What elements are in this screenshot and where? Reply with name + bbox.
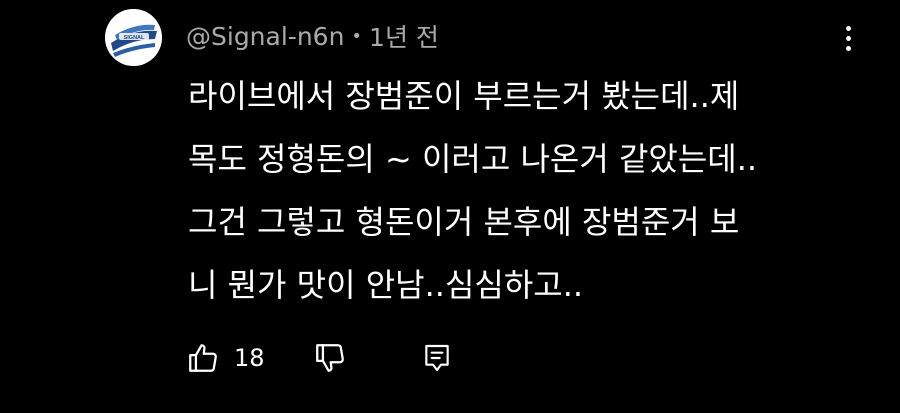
avatar[interactable]: SIGNAL bbox=[105, 9, 162, 66]
comment-line: 목도 정형돈의 ~ 이러고 나온거 같았는데.. bbox=[188, 140, 758, 178]
comment-line: 라이브에서 장범준이 부르는거 봤는데..제 bbox=[188, 77, 740, 115]
like-button[interactable]: 18 bbox=[186, 341, 313, 375]
author-name[interactable]: @Signal-n6n bbox=[186, 22, 344, 51]
comment-text: 라이브에서 장범준이 부르는거 봤는데..제 목도 정형돈의 ~ 이러고 나온거… bbox=[188, 65, 848, 317]
avatar-image: SIGNAL bbox=[105, 9, 162, 66]
comment-item: SIGNAL @Signal-n6n • 1년 전 라이브에서 장범준이 부르는… bbox=[0, 0, 900, 413]
comment-line: 그건 그렇고 형돈이거 본후에 장범준거 보 bbox=[188, 203, 740, 241]
avatar-badge-text: SIGNAL bbox=[124, 35, 145, 41]
comment-timestamp[interactable]: 1년 전 bbox=[369, 18, 439, 54]
more-vertical-icon bbox=[845, 25, 851, 31]
more-options-button[interactable] bbox=[830, 18, 866, 58]
thumbs-up-icon bbox=[189, 344, 217, 372]
meta-separator: • bbox=[351, 25, 363, 47]
comment-line: 니 뭔가 맛이 안남..심심하고.. bbox=[188, 266, 584, 304]
dislike-button[interactable] bbox=[313, 341, 347, 375]
comment-actions: 18 bbox=[186, 336, 453, 380]
like-count: 18 bbox=[234, 344, 265, 372]
comment-header: @Signal-n6n • 1년 전 bbox=[186, 16, 439, 56]
reply-button[interactable] bbox=[421, 342, 453, 374]
reply-comment-icon bbox=[424, 344, 449, 372]
thumbs-down-icon bbox=[315, 344, 344, 372]
